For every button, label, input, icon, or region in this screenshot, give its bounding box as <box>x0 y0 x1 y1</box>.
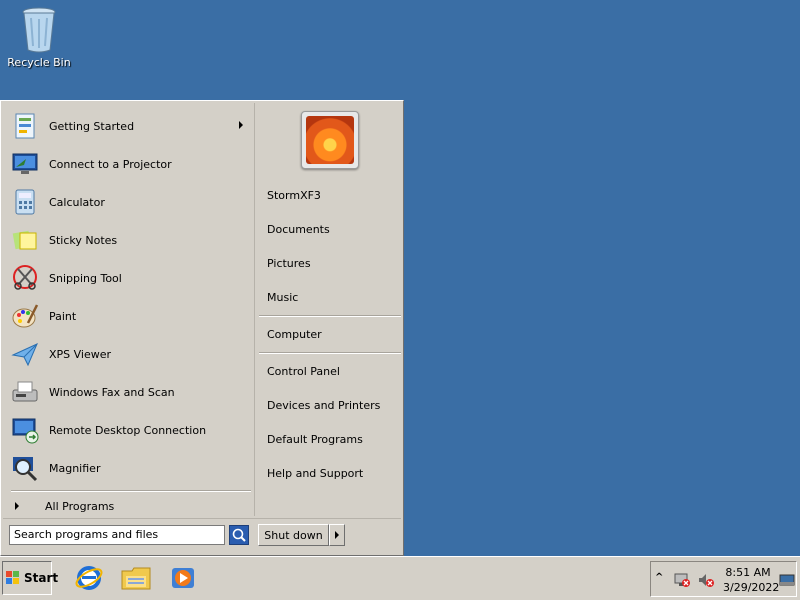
program-label: Snipping Tool <box>49 271 122 285</box>
snipping-tool-icon <box>9 262 41 294</box>
places-pane: StormXF3 Documents Pictures Music Comput… <box>255 103 401 516</box>
magnifier-icon <box>9 452 41 484</box>
search-input[interactable]: Search programs and files <box>9 525 225 545</box>
programs-pane: Getting Started Connect to a Projector C… <box>3 103 255 516</box>
windows-flag-icon <box>6 571 20 585</box>
clock-time: 8:51 AM <box>725 566 771 579</box>
programs-divider <box>11 490 251 492</box>
volume-muted-icon[interactable] <box>697 572 715 588</box>
windows-explorer-icon <box>121 567 151 590</box>
all-programs-label: All Programs <box>45 499 115 513</box>
program-label: Connect to a Projector <box>49 157 172 171</box>
start-label: Start <box>24 571 59 585</box>
fax-scan-icon <box>9 376 41 408</box>
default-programs-link[interactable]: Default Programs <box>267 429 363 449</box>
user-picture[interactable] <box>301 111 359 169</box>
getting-started-icon <box>9 110 41 142</box>
remote-desktop-icon <box>9 414 41 446</box>
paint-icon <box>9 300 41 332</box>
clock[interactable]: 8:51 AM 3/29/2022 <box>723 565 780 595</box>
program-paint[interactable]: Paint <box>7 298 251 334</box>
program-label: XPS Viewer <box>49 347 112 361</box>
program-label: Windows Fax and Scan <box>49 385 175 399</box>
internet-explorer-button[interactable] <box>72 563 106 593</box>
program-xps-viewer[interactable]: XPS Viewer <box>7 336 251 372</box>
help-support-link[interactable]: Help and Support <box>267 463 363 483</box>
submenu-arrow-icon <box>239 121 243 129</box>
xps-viewer-icon <box>9 338 41 370</box>
show-hidden-icons-button[interactable]: ^ <box>655 572 663 583</box>
sticky-notes-icon <box>9 224 41 256</box>
music-link[interactable]: Music <box>267 287 298 307</box>
show-desktop-icon[interactable] <box>779 574 795 586</box>
program-label: Paint <box>49 309 77 323</box>
program-fax-scan[interactable]: Windows Fax and Scan <box>7 374 251 410</box>
program-label: Magnifier <box>49 461 101 475</box>
internet-explorer-icon <box>75 566 103 590</box>
shutdown-options-button[interactable] <box>329 524 345 546</box>
program-snipping-tool[interactable]: Snipping Tool <box>7 260 251 296</box>
program-getting-started[interactable]: Getting Started <box>7 108 251 144</box>
computer-link[interactable]: Computer <box>267 324 322 344</box>
taskbar: Start ^ 8:51 AM 3/29/2022 <box>0 556 800 600</box>
places-divider <box>259 352 401 354</box>
devices-printers-link[interactable]: Devices and Printers <box>267 395 380 415</box>
clock-date: 3/29/2022 <box>723 581 780 594</box>
windows-explorer-button[interactable] <box>119 563 153 593</box>
program-calculator[interactable]: Calculator <box>7 184 251 220</box>
program-remote-desktop[interactable]: Remote Desktop Connection <box>7 412 251 448</box>
search-icon <box>232 528 246 542</box>
program-label: Getting Started <box>49 119 135 133</box>
projector-icon <box>9 148 41 180</box>
expand-arrow-icon <box>15 502 19 510</box>
user-folder-link[interactable]: StormXF3 <box>267 185 321 205</box>
all-programs-button[interactable]: All Programs <box>11 496 251 516</box>
network-icon[interactable] <box>673 572 691 588</box>
calculator-icon <box>9 186 41 218</box>
program-label: Sticky Notes <box>49 233 118 247</box>
recycle-bin-label: Recycle Bin <box>7 56 71 69</box>
recycle-bin-icon <box>22 7 56 53</box>
places-divider <box>259 315 401 317</box>
program-label: Remote Desktop Connection <box>49 423 207 437</box>
program-label: Calculator <box>49 195 105 209</box>
start-button[interactable]: Start <box>2 561 58 595</box>
program-connect-projector[interactable]: Connect to a Projector <box>7 146 251 182</box>
program-sticky-notes[interactable]: Sticky Notes <box>7 222 251 258</box>
search-button[interactable] <box>229 525 249 545</box>
pictures-link[interactable]: Pictures <box>267 253 311 273</box>
media-player-button[interactable] <box>166 563 200 593</box>
flower-avatar-icon <box>306 116 354 164</box>
notification-area: ^ 8:51 AM 3/29/2022 <box>650 561 797 597</box>
program-magnifier[interactable]: Magnifier <box>7 450 251 486</box>
start-menu: Getting Started Connect to a Projector C… <box>0 100 404 556</box>
control-panel-link[interactable]: Control Panel <box>267 361 340 381</box>
shutdown-button[interactable]: Shut down <box>258 524 329 546</box>
search-bar: Search programs and files Shut down <box>3 518 401 554</box>
documents-link[interactable]: Documents <box>267 219 330 239</box>
media-player-icon <box>172 568 194 588</box>
recycle-bin-shortcut[interactable]: Recycle Bin <box>6 6 72 69</box>
